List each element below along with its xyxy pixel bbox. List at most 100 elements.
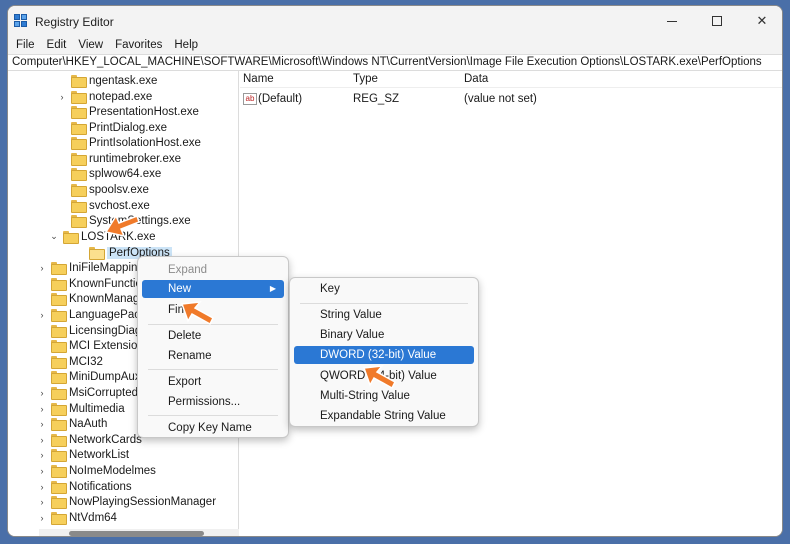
tree-item-label: runtimebroker.exe — [89, 152, 182, 165]
tree-item[interactable]: › LanguagePack — [38, 307, 146, 322]
tree-item[interactable]: PrintIsolationHost.exe — [58, 135, 201, 150]
tree-item-label: MCI32 — [69, 355, 103, 368]
new-submenu: Key String Value Binary Value DWORD (32-… — [289, 277, 479, 427]
tree-item[interactable]: › NoImeModelmes — [38, 463, 156, 478]
chevron-right-icon[interactable]: › — [38, 419, 46, 429]
folder-icon — [71, 137, 87, 150]
tree-item[interactable]: runtimebroker.exe — [58, 151, 181, 166]
tree-item-label: NaAuth — [69, 417, 108, 430]
folder-icon — [51, 356, 67, 369]
tree-item-label: NetworkCards — [69, 433, 142, 446]
folder-icon — [89, 247, 105, 260]
context-menu: Expand New ▶ Find... Delete Rename Expor… — [137, 256, 289, 438]
tree-item-label: ngentask.exe — [89, 74, 158, 87]
tree-item[interactable]: splwow64.exe — [58, 166, 161, 181]
tree-horizontal-scrollbar[interactable] — [39, 529, 239, 536]
submenu-item-string-value[interactable]: String Value — [294, 306, 474, 324]
value-row[interactable]: ab (Default) REG_SZ (value not set) — [240, 91, 782, 107]
tree-item[interactable]: PresentationHost.exe — [58, 104, 199, 119]
submenu-item-key[interactable]: Key — [294, 280, 474, 298]
folder-icon — [71, 215, 87, 228]
minimize-icon — [667, 20, 677, 22]
menu-help[interactable]: Help — [168, 36, 204, 54]
tree-item[interactable]: ngentask.exe — [58, 73, 157, 88]
menu-item-new[interactable]: New ▶ — [142, 280, 284, 298]
tree-item[interactable]: › NetworkList — [38, 447, 129, 462]
menu-item-rename[interactable]: Rename — [142, 347, 284, 365]
tree-item[interactable]: › NtVdm64 — [38, 510, 117, 525]
chevron-right-icon[interactable]: › — [38, 435, 46, 445]
folder-icon — [63, 231, 79, 244]
tree-item[interactable]: svchost.exe — [58, 198, 150, 213]
menu-item-export[interactable]: Export — [142, 373, 284, 391]
pointer-arrow-icon — [104, 214, 140, 238]
maximize-button[interactable] — [695, 6, 739, 36]
folder-icon — [71, 168, 87, 181]
chevron-right-icon[interactable]: › — [38, 263, 46, 273]
submenu-item-dword-value[interactable]: DWORD (32-bit) Value — [294, 346, 474, 364]
tree-item[interactable]: LicensingDiag — [38, 323, 141, 338]
tree-item-label: LanguagePack — [69, 308, 146, 321]
menu-item-delete[interactable]: Delete — [142, 327, 284, 345]
folder-icon — [71, 122, 87, 135]
tree-item[interactable]: › NowPlayingSessionManager — [38, 494, 216, 509]
menu-item-copy-key-name[interactable]: Copy Key Name — [142, 419, 284, 437]
column-header-name[interactable]: Name — [243, 73, 274, 85]
folder-icon — [51, 371, 67, 384]
menu-item-permissions[interactable]: Permissions... — [142, 393, 284, 411]
chevron-right-icon[interactable]: › — [38, 450, 46, 460]
tree-item[interactable]: › Notifications — [38, 479, 132, 494]
column-header-data[interactable]: Data — [464, 73, 488, 85]
submenu-item-binary-value[interactable]: Binary Value — [294, 326, 474, 344]
chevron-right-icon[interactable]: › — [38, 310, 46, 320]
tree-item[interactable]: › NaAuth — [38, 416, 107, 431]
menu-edit[interactable]: Edit — [41, 36, 73, 54]
folder-icon — [51, 340, 67, 353]
submenu-item-expandable-string-value[interactable]: Expandable String Value — [294, 407, 474, 425]
chevron-right-icon[interactable]: › — [38, 466, 46, 476]
menu-separator — [148, 369, 278, 370]
tree-item-label: spoolsv.exe — [89, 183, 149, 196]
chevron-right-icon[interactable]: › — [58, 92, 66, 102]
tree-item[interactable]: › notepad.exe — [58, 89, 152, 104]
tree-item[interactable]: › NetworkCards — [38, 432, 142, 447]
menu-file[interactable]: File — [10, 36, 41, 54]
column-header-type[interactable]: Type — [353, 73, 378, 85]
menu-item-expand[interactable]: Expand — [142, 261, 284, 279]
chevron-right-icon[interactable]: › — [38, 404, 46, 414]
menu-separator — [148, 415, 278, 416]
chevron-right-icon[interactable]: › — [38, 497, 46, 507]
folder-icon — [71, 184, 87, 197]
menu-view[interactable]: View — [72, 36, 109, 54]
folder-icon — [51, 418, 67, 431]
tree-item[interactable]: MCI32 — [38, 354, 103, 369]
chevron-right-icon[interactable]: › — [38, 482, 46, 492]
tree-item-label: NoImeModelmes — [69, 464, 156, 477]
menu-bar: File Edit View Favorites Help — [8, 36, 782, 54]
tree-item[interactable]: › IniFileMapping — [38, 260, 144, 275]
tree-item[interactable]: MCI Extensions — [38, 338, 150, 353]
folder-icon — [71, 75, 87, 88]
close-button[interactable]: ✕ — [740, 6, 782, 36]
address-bar[interactable]: Computer\HKEY_LOCAL_MACHINE\SOFTWARE\Mic… — [8, 54, 782, 71]
folder-icon — [51, 512, 67, 525]
chevron-right-icon[interactable]: › — [38, 513, 46, 523]
tree-item-label: svchost.exe — [89, 199, 150, 212]
folder-icon — [51, 309, 67, 322]
tree-item[interactable]: spoolsv.exe — [58, 182, 149, 197]
folder-icon — [71, 200, 87, 213]
menu-item-new-label: New — [168, 283, 192, 295]
folder-icon — [51, 325, 67, 338]
tree-item[interactable]: › Multimedia — [38, 401, 125, 416]
folder-icon — [51, 278, 67, 291]
menu-favorites[interactable]: Favorites — [109, 36, 168, 54]
folder-icon — [51, 496, 67, 509]
chevron-down-icon[interactable]: ⌄ — [50, 231, 58, 242]
chevron-right-icon: ▶ — [269, 284, 276, 293]
folder-icon — [51, 403, 67, 416]
scrollbar-thumb[interactable] — [69, 531, 204, 536]
menu-separator — [300, 303, 468, 304]
tree-item[interactable]: PrintDialog.exe — [58, 120, 167, 135]
chevron-right-icon[interactable]: › — [38, 388, 46, 398]
minimize-button[interactable] — [650, 6, 694, 36]
